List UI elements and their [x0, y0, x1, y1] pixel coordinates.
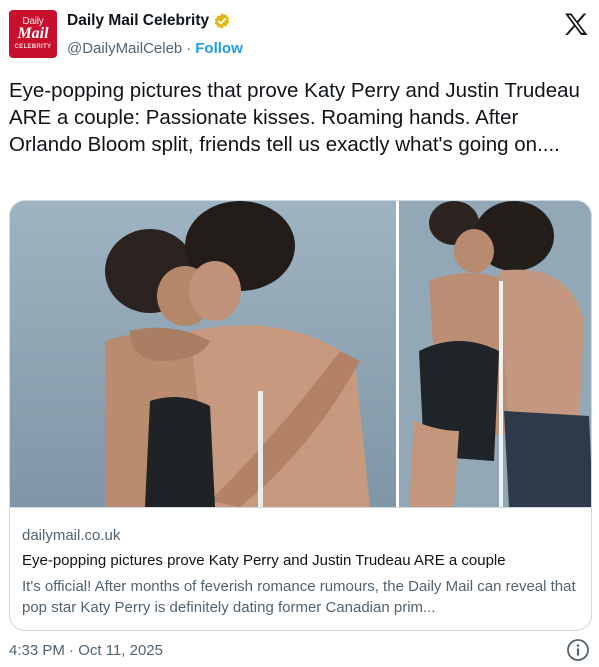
author-name-row: Daily Mail Celebrity	[67, 12, 231, 30]
tweet-text: Eye-popping pictures that prove Katy Per…	[9, 79, 580, 156]
x-logo-icon[interactable]	[563, 12, 589, 36]
display-name[interactable]: Daily Mail Celebrity	[67, 12, 209, 30]
card-media[interactable]	[10, 201, 591, 507]
card-description: It's official! After months of feverish …	[22, 578, 576, 616]
avatar-text-mail: Mail	[17, 25, 49, 42]
link-card[interactable]: dailymail.co.uk Eye-popping pictures pro…	[9, 200, 592, 631]
avatar[interactable]: Daily Mail CELEBRITY	[9, 10, 57, 58]
photo-left	[10, 201, 396, 507]
avatar-text-celebrity: CELEBRITY	[14, 44, 52, 50]
card-title: Eye-popping pictures prove Katy Perry an…	[22, 552, 506, 569]
verified-badge-icon	[213, 12, 231, 30]
follow-button[interactable]: Follow	[195, 40, 243, 57]
separator-dot: ·	[186, 40, 192, 57]
tweet-timestamp[interactable]: 4:33 PM · Oct 11, 2025	[9, 642, 163, 659]
tweet-embed: Daily Mail CELEBRITY Daily Mail Celebrit…	[0, 0, 599, 667]
info-icon[interactable]	[566, 638, 590, 662]
handle[interactable]: @DailyMailCeleb	[67, 40, 182, 57]
photo-right	[399, 201, 591, 507]
card-domain: dailymail.co.uk	[22, 527, 121, 544]
handle-row: @DailyMailCeleb · Follow	[67, 40, 243, 57]
card-meta[interactable]: dailymail.co.uk Eye-popping pictures pro…	[10, 507, 591, 630]
